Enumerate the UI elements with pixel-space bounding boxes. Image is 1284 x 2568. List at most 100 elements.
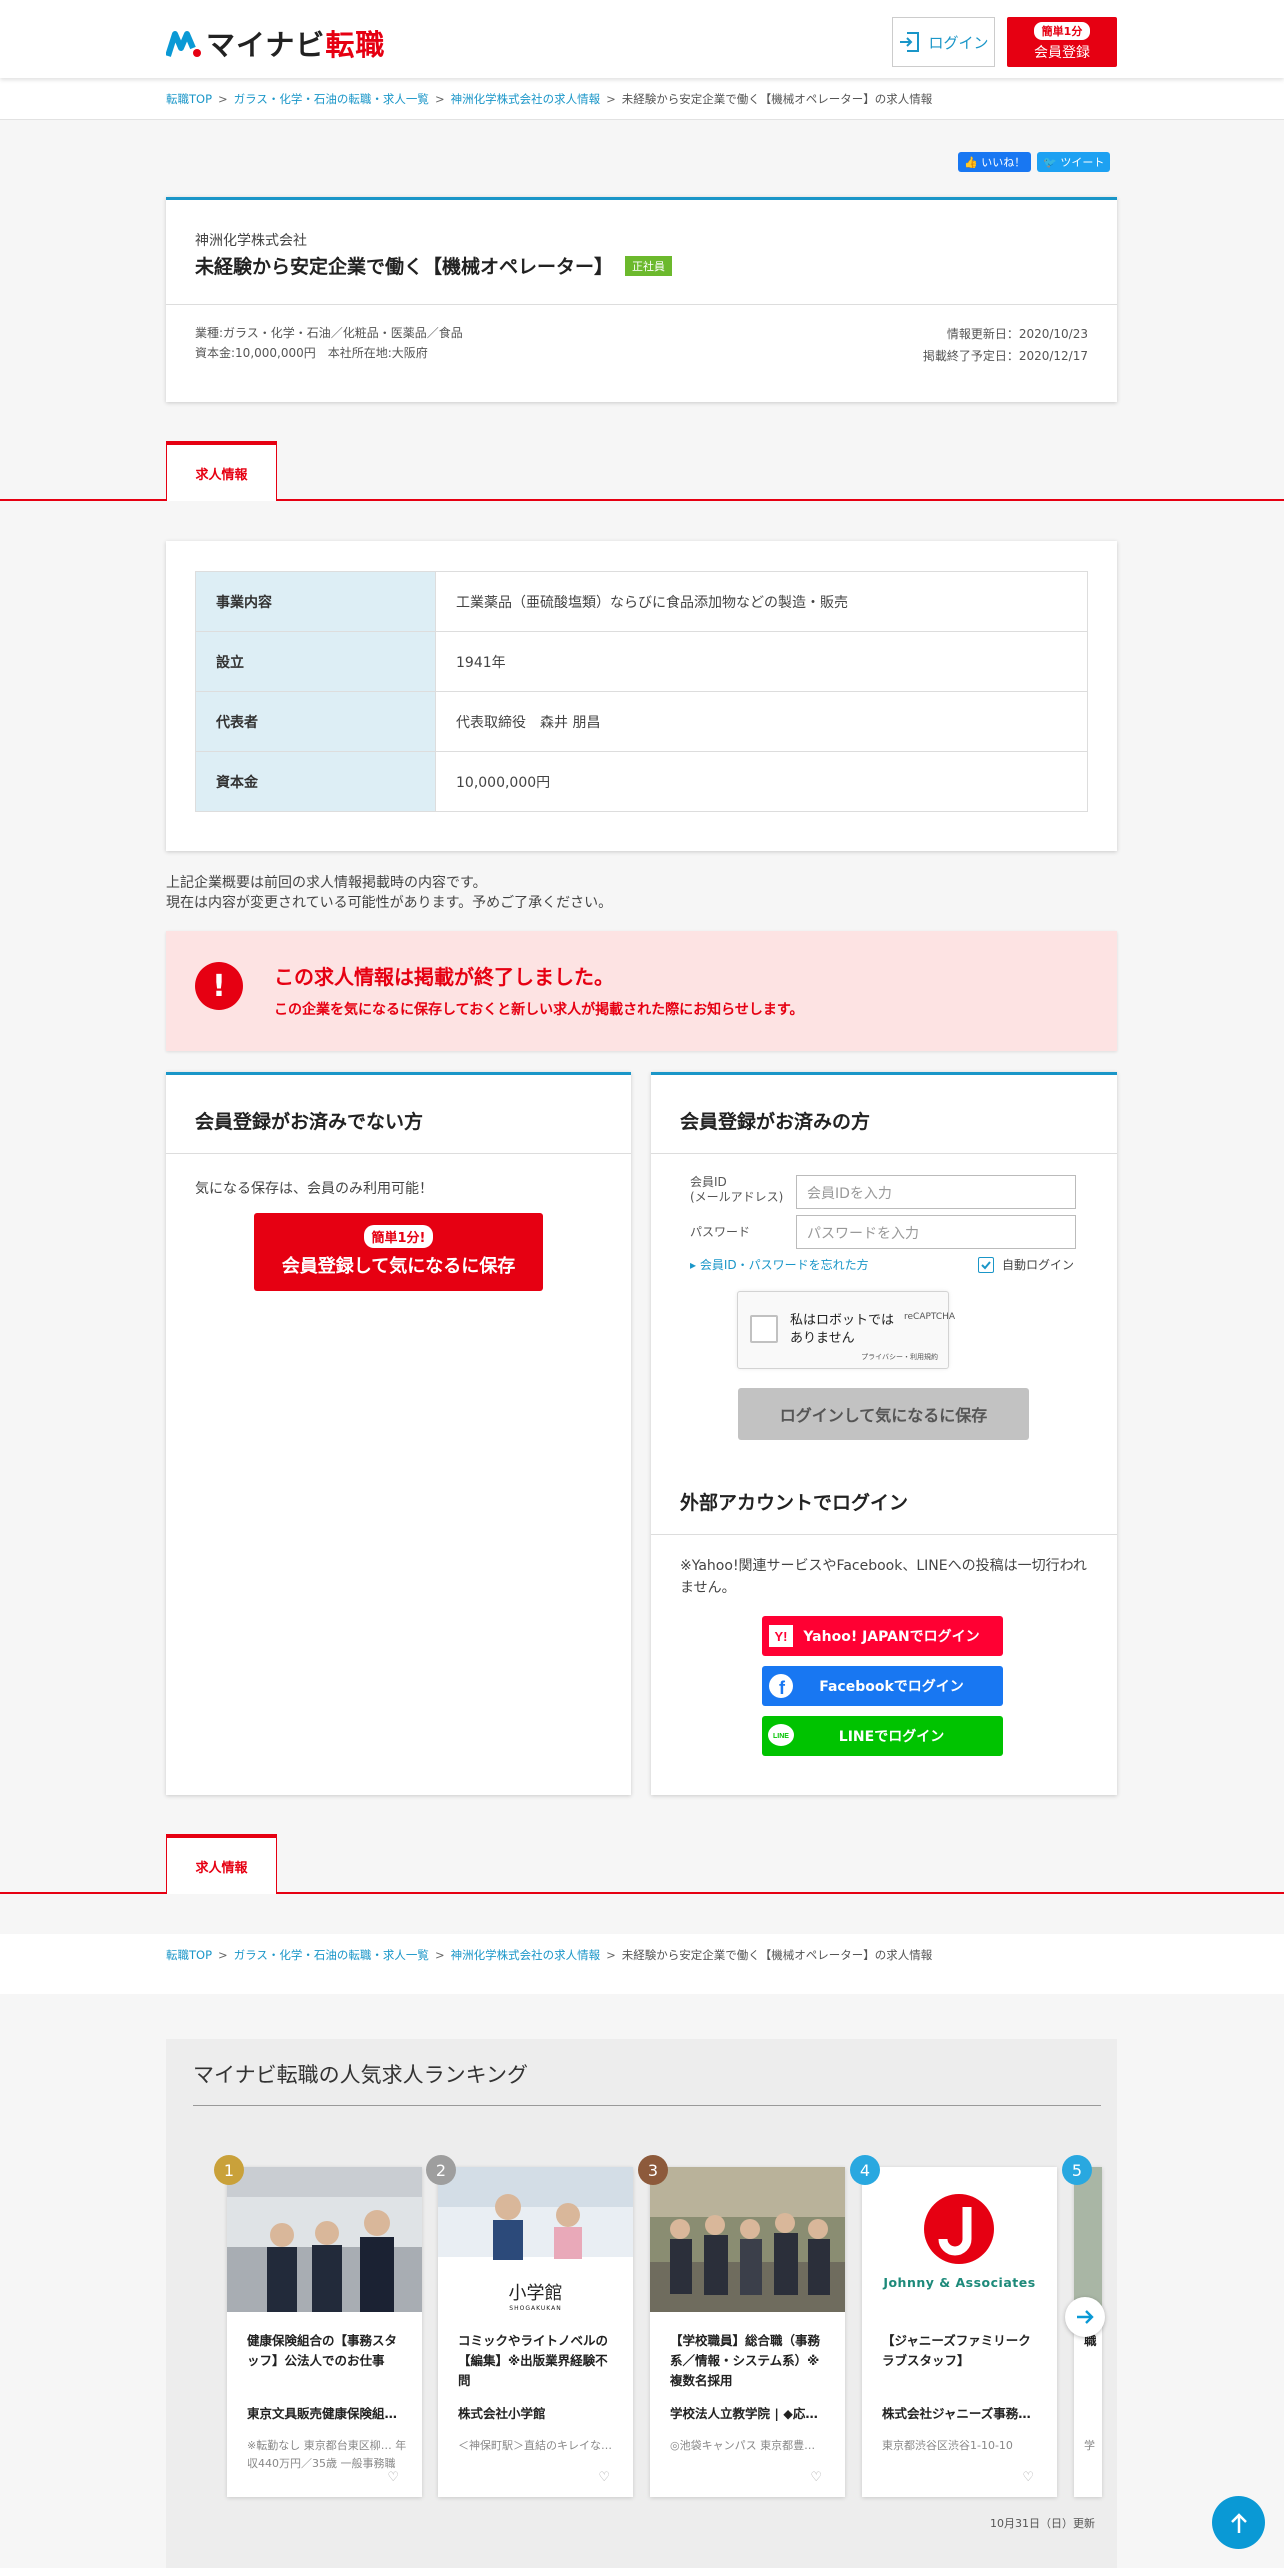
register-button[interactable]: 簡単1分 会員登録: [1007, 17, 1117, 67]
login-icon: [900, 32, 920, 52]
panel-desc: 気になる保存は、会員のみ利用可能！: [195, 1181, 433, 1197]
tweet-button[interactable]: 🐦 ツイート: [1037, 152, 1111, 172]
password-input[interactable]: パスワードを入力: [796, 1215, 1076, 1249]
breadcrumb: 転職TOP > ガラス・化学・石油の転職・求人一覧 > 神洲化学株式会社の求人情報 >…: [166, 78, 932, 120]
favorite-icon[interactable]: ♡: [387, 2470, 399, 2485]
register-tag: 簡単1分: [1033, 22, 1091, 40]
arrow-up-icon: [1230, 2512, 1247, 2533]
alert-heading: この求人情報は掲載が終了しました。: [274, 965, 614, 989]
breadcrumb-separator: >: [218, 92, 228, 106]
tab-job-info[interactable]: 求人情報: [166, 1834, 277, 1894]
recaptcha-brand: reCAPTCHA: [904, 1312, 956, 1322]
facebook-like-button[interactable]: 👍 いいね！: [958, 152, 1032, 172]
breadcrumb: 転職TOP > ガラス・化学・石油の転職・求人一覧 > 神洲化学株式会社の求人情報 >…: [166, 1934, 932, 1976]
job-dates: 情報更新日：2020/10/23 掲載終了予定日：2020/12/17: [923, 323, 1088, 367]
breadcrumb-separator: >: [606, 92, 616, 106]
job-title: コミックやライトノベルの【編集】※出版業界経験不問: [458, 2333, 609, 2388]
breadcrumb-current: 未経験から安定企業で働く【機械オペレーター】の求人情報: [621, 92, 933, 106]
ranking-card[interactable]: Johnny & Associates 【ジャニーズファミリークラブスタッフ】 …: [862, 2167, 1057, 2497]
svg-text:Y!: Y!: [775, 1629, 788, 1644]
breadcrumb-current: 未経験から安定企業で働く【機械オペレーター】の求人情報: [621, 1948, 933, 1962]
breadcrumb-separator: >: [434, 1948, 445, 1962]
favorite-icon[interactable]: ♡: [598, 2470, 610, 2485]
recaptcha-checkbox[interactable]: [750, 1315, 778, 1343]
updated-date: 情報更新日：2020/10/23: [946, 327, 1088, 341]
site-header: マイナビ転職 ログイン 簡単1分 会員登録: [0, 0, 1284, 78]
line-login-button[interactable]: LINE LINEでログイン: [762, 1716, 1003, 1756]
breadcrumb-link-top[interactable]: 転職TOP: [166, 1947, 212, 1963]
line-login-label: LINEでログイン: [838, 1729, 945, 1745]
auto-login-checkbox[interactable]: 自動ログイン: [978, 1256, 1074, 1273]
logo-text: 小学館: [508, 2283, 563, 2304]
breadcrumb-link-company[interactable]: 神洲化学株式会社の求人情報: [451, 1947, 601, 1963]
divider: [166, 304, 1117, 305]
row-value: 1941年: [435, 631, 1088, 692]
breadcrumb-link-top[interactable]: 転職TOP: [166, 91, 212, 107]
login-and-save-button[interactable]: ログインして気になるに保存: [738, 1388, 1029, 1440]
breadcrumb-link-company[interactable]: 神洲化学株式会社の求人情報: [451, 91, 601, 107]
login-button[interactable]: ログイン: [892, 17, 995, 67]
register-label: 会員登録: [1034, 45, 1090, 61]
tab-bar-bottom: 求人情報: [0, 1834, 1284, 1894]
breadcrumb-link-category[interactable]: ガラス・化学・石油の転職・求人一覧: [234, 91, 429, 107]
ranking-card[interactable]: 【学校職員】総合職（事務系／情報・システム系）※複数名採用 学校法人立教学院 |…: [650, 2167, 845, 2497]
page-top-button[interactable]: [1212, 2496, 1265, 2549]
rank-badge: 5: [1062, 2155, 1092, 2185]
recaptcha-logo-icon: reCAPTCHA: [904, 1302, 955, 1332]
member-id-input[interactable]: 会員IDを入力: [796, 1175, 1076, 1209]
forgot-password-link[interactable]: ▸ 会員ID・パスワードを忘れた方: [690, 1256, 869, 1273]
breadcrumb-separator: >: [218, 1948, 228, 1962]
favorite-icon[interactable]: ♡: [1022, 2470, 1034, 2485]
job-location: 東京都渋谷区渋谷1-10-10: [882, 2439, 1013, 2452]
info-note: 上記企業概要は前回の求人情報掲載時の内容です。 現在は内容が変更されている可能性…: [166, 873, 612, 913]
row-label: 設立: [195, 631, 436, 692]
social-buttons: 👍 いいね！ 🐦 ツイート: [958, 152, 1111, 172]
row-label: 代表者: [195, 691, 436, 752]
company-name: 株式会社小学館: [458, 2406, 546, 2421]
facebook-login-label: Facebookでログイン: [819, 1679, 964, 1695]
company-info-card: 事業内容 工業薬品（亜硫酸塩類）ならびに食品添加物などの製造・販売 設立 1941年…: [166, 541, 1117, 851]
row-label: 資本金: [195, 751, 436, 812]
external-login-heading: 外部アカウントでログイン: [680, 1492, 909, 1514]
breadcrumb-bar: 転職TOP > ガラス・化学・石油の転職・求人一覧 > 神洲化学株式会社の求人情報 >…: [0, 78, 1284, 120]
end-date: 掲載終了予定日：2020/12/17: [922, 349, 1088, 363]
login-label: ログイン: [928, 33, 989, 52]
breadcrumb-link-category[interactable]: ガラス・化学・石油の転職・求人一覧: [234, 1947, 429, 1963]
ranking-card[interactable]: 健康保険組合の【事務スタッフ】公法人でのお仕事 東京文具販売健康保険組… ※転勤…: [227, 2167, 422, 2497]
job-title: 健康保険組合の【事務スタッフ】公法人でのお仕事: [247, 2333, 398, 2368]
member-panel: 会員登録がお済みの方 会員ID (メールアドレス) 会員IDを入力 パスワード パ…: [651, 1072, 1117, 1795]
carousel-next-button[interactable]: [1065, 2297, 1105, 2337]
register-and-save-label: 会員登録して気になるに保存: [281, 1256, 516, 1277]
company-name: 東京文具販売健康保険組…: [247, 2406, 398, 2421]
job-location: ◎池袋キャンパス 東京都豊…: [670, 2439, 816, 2452]
divider: [166, 1153, 631, 1154]
recaptcha-text: 私はロボットではありません: [790, 1313, 895, 1346]
tab-bar: 求人情報: [0, 441, 1284, 501]
svg-text:f: f: [779, 1678, 786, 1698]
twitter-bird-icon: 🐦: [1043, 155, 1057, 169]
tab-job-info[interactable]: 求人情報: [166, 441, 277, 501]
arrow-right-icon: [1077, 2310, 1094, 2324]
job-photo: [1074, 2167, 1102, 2312]
job-title: 職: [1084, 2333, 1097, 2348]
label-line: (メールアドレス): [690, 1190, 784, 1204]
rank-badge: 2: [426, 2155, 456, 2185]
breadcrumb-bar-bottom: 転職TOP > ガラス・化学・石油の転職・求人一覧 > 神洲化学株式会社の求人情報 >…: [0, 1934, 1284, 1994]
ranking-card[interactable]: 小学館 SHOGAKUKAN コミックやライトノベルの【編集】※出版業界経験不問…: [438, 2167, 633, 2497]
external-login-note: ※Yahoo!関連サービスやFacebook、LINEへの投稿は一切行われません…: [680, 1558, 1087, 1596]
register-and-save-button[interactable]: 簡単1分! 会員登録して気になるに保存: [254, 1213, 543, 1291]
recaptcha-links[interactable]: プライバシー・利用規約: [861, 1352, 938, 1362]
facebook-login-button[interactable]: f Facebookでログイン: [762, 1666, 1003, 1706]
breadcrumb-separator: >: [434, 92, 445, 106]
yahoo-login-button[interactable]: Y! Yahoo! JAPANでログイン: [762, 1616, 1003, 1656]
job-location: ＜神保町駅＞直結のキレイな…: [458, 2439, 612, 2452]
site-logo[interactable]: マイナビ転職: [166, 22, 385, 64]
industry: 業種:ガラス・化学・石油／化粧品・医薬品／食品: [195, 326, 463, 340]
member-id-label: 会員ID (メールアドレス): [690, 1175, 783, 1205]
row-value: 工業薬品（亜硫酸塩類）ならびに食品添加物などの製造・販売: [435, 571, 1088, 632]
yahoo-icon: Y!: [762, 1616, 800, 1656]
register-tag: 簡単1分!: [363, 1225, 434, 1248]
favorite-icon[interactable]: ♡: [810, 2470, 822, 2485]
svg-text:LINE: LINE: [773, 1733, 789, 1740]
johnny-logo-icon: Johnny & Associates: [862, 2167, 1057, 2312]
